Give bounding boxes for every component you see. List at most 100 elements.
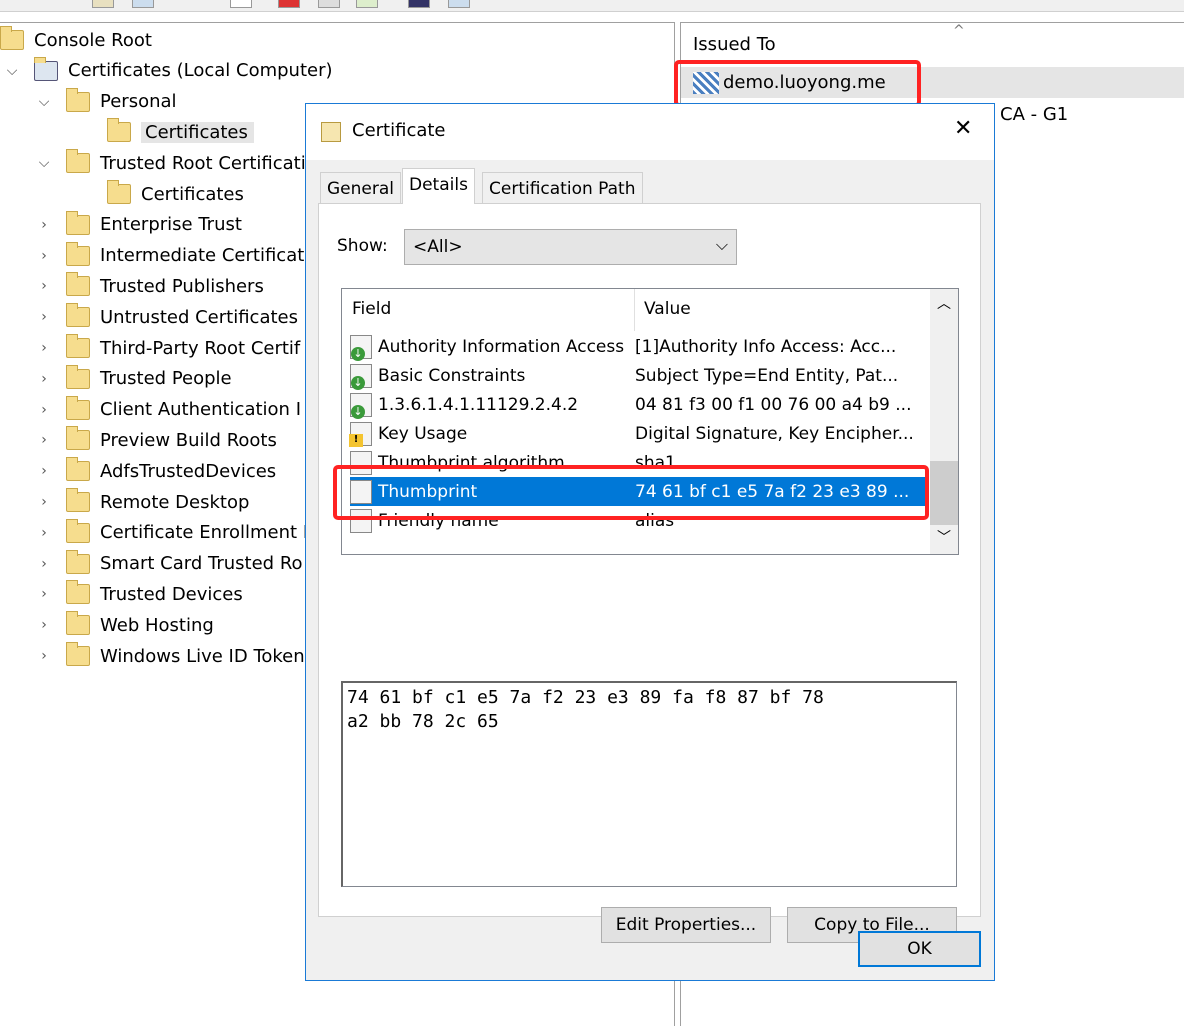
- tree-item-label: Windows Live ID Token: [100, 645, 305, 667]
- folder-icon: [66, 149, 90, 174]
- tree-item[interactable]: › Untrusted Certificates: [36, 302, 298, 332]
- tree-item[interactable]: Certificates: [69, 117, 254, 147]
- folder-icon: [66, 426, 90, 451]
- tree-item[interactable]: › Certificate Enrollment I: [36, 518, 308, 548]
- toolbar-properties-icon[interactable]: [230, 0, 252, 8]
- tree-item[interactable]: › Web Hosting: [36, 610, 214, 640]
- tree-item[interactable]: › Windows Live ID Token: [36, 641, 305, 671]
- field-name: 1.3.6.1.4.1.11129.2.4.2: [378, 394, 579, 415]
- field-name: Key Usage: [378, 423, 468, 444]
- show-label: Show:: [337, 236, 388, 256]
- tree-item-label: Enterprise Trust: [100, 214, 242, 236]
- tree-item[interactable]: › Third-Party Root Certif: [36, 333, 300, 363]
- chevron-right-icon[interactable]: ›: [36, 371, 52, 387]
- chevron-right-icon[interactable]: ›: [36, 617, 52, 633]
- tab-certification-path[interactable]: Certification Path: [482, 172, 643, 204]
- folder-icon: [66, 642, 90, 666]
- chevron-right-icon[interactable]: ›: [36, 556, 52, 572]
- cert-issuer-partial: CA - G1: [1000, 104, 1069, 125]
- tree-item[interactable]: › Trusted Devices: [36, 579, 243, 609]
- tree-item[interactable]: Certificates: [69, 179, 244, 209]
- certificates-snapin-icon: [34, 56, 58, 81]
- tree-item[interactable]: › Preview Build Roots: [36, 425, 277, 455]
- chevron-right-icon[interactable]: ›: [36, 278, 52, 294]
- tree-item[interactable]: › Trusted Publishers: [36, 271, 264, 301]
- chevron-right-icon[interactable]: ›: [36, 402, 52, 418]
- chevron-down-icon[interactable]: ⌵: [36, 94, 52, 110]
- close-icon[interactable]: ✕: [954, 116, 972, 141]
- folder-icon: [66, 395, 90, 420]
- chevron-down-icon: ⌵: [715, 235, 728, 254]
- field-value: Digital Signature, Key Encipher...: [635, 423, 914, 444]
- tree-item[interactable]: › AdfsTrustedDevices: [36, 456, 276, 486]
- tab-general[interactable]: General: [320, 172, 401, 204]
- scroll-up-icon[interactable]: ︿: [937, 293, 951, 313]
- tree-item[interactable]: ⌵ Certificates (Local Computer): [4, 56, 333, 86]
- folder-icon: [66, 303, 90, 328]
- scroll-down-icon[interactable]: ﹀: [937, 527, 951, 547]
- chevron-right-icon[interactable]: ›: [36, 340, 52, 356]
- tree-item-label: Personal: [100, 91, 177, 113]
- tree-item-label: Intermediate Certificati: [100, 245, 310, 267]
- tree-item-label: Certificate Enrollment I: [100, 522, 309, 544]
- chevron-down-icon[interactable]: ⌵: [36, 155, 52, 171]
- tree-item[interactable]: › Client Authentication I: [36, 395, 301, 425]
- tree-item-label: Client Authentication I: [100, 399, 301, 421]
- certificate-icon: [321, 122, 341, 142]
- chevron-right-icon[interactable]: ›: [36, 648, 52, 664]
- tree-item-label: Untrusted Certificates: [100, 306, 298, 328]
- column-header-value[interactable]: Value: [644, 299, 691, 319]
- edit-properties-button[interactable]: Edit Properties...: [601, 907, 771, 943]
- field-row[interactable]: Basic Constraints Subject Type=End Entity…: [350, 361, 928, 390]
- tree-item-label: Trusted Devices: [100, 583, 243, 605]
- chevron-right-icon[interactable]: ›: [36, 525, 52, 541]
- field-name: Authority Information Access: [378, 336, 625, 357]
- toolbar-folder-icon[interactable]: [92, 0, 114, 8]
- chevron-down-icon[interactable]: ⌵: [4, 63, 20, 79]
- column-header-field[interactable]: Field: [352, 299, 391, 319]
- show-select[interactable]: <All> ⌵: [404, 229, 737, 265]
- tree-item[interactable]: › Remote Desktop: [36, 487, 249, 517]
- tree-item[interactable]: ⌵ Trusted Root Certificati: [36, 148, 306, 178]
- scrollbar[interactable]: ︿ ﹀: [930, 289, 958, 554]
- field-row[interactable]: Key Usage Digital Signature, Key Encipher…: [349, 419, 928, 448]
- toolbar-tree-icon[interactable]: [132, 0, 154, 8]
- toolbar-refresh-icon[interactable]: [356, 0, 378, 8]
- tree-item-label: Web Hosting: [100, 614, 214, 636]
- toolbar-view-icon[interactable]: [448, 0, 470, 8]
- field-value: 04 81 f3 00 f1 00 76 00 a4 b9 ...: [635, 394, 912, 415]
- chevron-right-icon[interactable]: ›: [36, 432, 52, 448]
- column-header-issued-to[interactable]: Issued To: [693, 34, 776, 55]
- tree-item-label: Certificates: [141, 121, 254, 143]
- tree-item[interactable]: › Trusted People: [36, 364, 232, 394]
- tab-details[interactable]: Details: [402, 168, 475, 204]
- toolbar-help-icon[interactable]: [408, 0, 430, 8]
- tree-item[interactable]: ⌵ Personal: [36, 87, 177, 117]
- chevron-right-icon[interactable]: ›: [36, 463, 52, 479]
- extension-field-icon: [350, 334, 372, 361]
- field-value: [1]Authority Info Access: Acc...: [635, 336, 897, 357]
- chevron-right-icon[interactable]: ›: [36, 309, 52, 325]
- field-row[interactable]: Authority Information Access [1]Authority…: [350, 332, 928, 361]
- tree-item[interactable]: Console Root: [0, 25, 152, 55]
- field-row[interactable]: 1.3.6.1.4.1.11129.2.4.2 04 81 f3 00 f1 00…: [350, 390, 928, 419]
- chevron-right-icon[interactable]: ›: [36, 494, 52, 510]
- field-detail-textbox[interactable]: 74 61 bf c1 e5 7a f2 23 e3 89 fa f8 87 b…: [341, 681, 957, 887]
- extension-field-icon: [350, 363, 372, 390]
- tree-item[interactable]: › Enterprise Trust: [36, 210, 242, 240]
- tree-item-label: Third-Party Root Certif: [100, 337, 301, 359]
- ok-button[interactable]: OK: [858, 931, 981, 967]
- toolbar-delete-icon[interactable]: [278, 0, 300, 8]
- sort-up-icon: ^: [953, 23, 965, 39]
- folder-icon: [66, 272, 90, 297]
- toolbar-export-icon[interactable]: [318, 0, 340, 8]
- tree-item[interactable]: › Intermediate Certificati: [36, 241, 309, 271]
- folder-icon: [0, 26, 24, 50]
- tree-item-label: Remote Desktop: [100, 491, 250, 513]
- folder-icon: [66, 457, 90, 482]
- chevron-right-icon[interactable]: ›: [36, 586, 52, 602]
- scrollbar-thumb[interactable]: [930, 461, 958, 525]
- chevron-right-icon[interactable]: ›: [36, 248, 52, 264]
- tree-item[interactable]: › Smart Card Trusted Ro: [36, 549, 303, 579]
- chevron-right-icon[interactable]: ›: [36, 217, 52, 233]
